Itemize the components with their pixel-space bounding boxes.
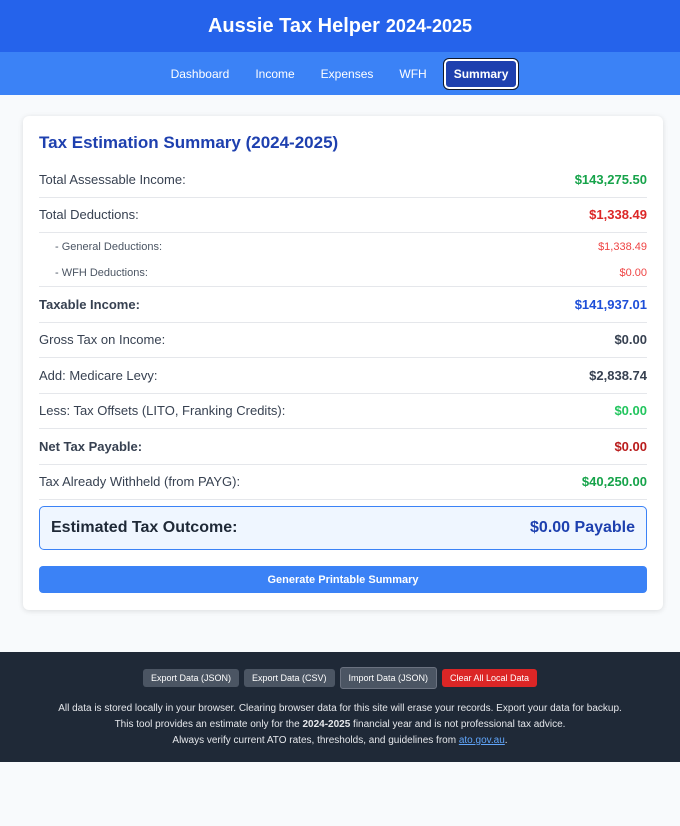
- disclaimer-post: financial year and is not professional t…: [350, 719, 566, 730]
- row-value: $0.00: [614, 438, 647, 454]
- app-title: Aussie Tax Helper: [207, 14, 380, 37]
- row-label: Tax Already Withheld (from PAYG):: [39, 474, 241, 490]
- ato-link[interactable]: ato.gov.au: [459, 735, 505, 746]
- row-value: $2,838.74: [589, 367, 647, 383]
- estimated-outcome-box: Estimated Tax Outcome: $0.00 Payable: [39, 506, 647, 550]
- footer: Export Data (JSON) Export Data (CSV) Imp…: [0, 652, 680, 762]
- export-json-button[interactable]: Export Data (JSON): [142, 669, 239, 687]
- summary-card: Tax Estimation Summary (2024-2025) Total…: [23, 116, 663, 610]
- row-value: $0.00: [614, 403, 647, 419]
- row-label: Add: Medicare Levy:: [39, 367, 158, 383]
- row-net-tax-payable: Net Tax Payable: $0.00: [39, 429, 647, 465]
- row-value: $0.00: [614, 332, 647, 348]
- nav-wfh[interactable]: WFH: [390, 61, 435, 87]
- nav-dashboard[interactable]: Dashboard: [162, 61, 239, 87]
- row-total-deductions: Total Deductions: $1,338.49: [39, 198, 647, 233]
- row-gross-tax: Gross Tax on Income: $0.00: [39, 323, 647, 358]
- row-tax-offsets: Less: Tax Offsets (LITO, Franking Credit…: [39, 394, 647, 429]
- row-wfh-deductions: - WFH Deductions: $0.00: [39, 260, 647, 287]
- row-value: $141,937.01: [574, 296, 647, 312]
- row-label: - General Deductions:: [55, 240, 162, 253]
- export-csv-button[interactable]: Export Data (CSV): [243, 669, 335, 687]
- row-general-deductions: - General Deductions: $1,338.49: [39, 233, 647, 260]
- row-label: Taxable Income:: [39, 296, 140, 312]
- row-value: $1,338.49: [598, 240, 647, 253]
- app-header: Aussie Tax Helper 2024-2025: [0, 0, 680, 52]
- row-label: Total Assessable Income:: [39, 171, 186, 187]
- row-value: $143,275.50: [574, 171, 647, 187]
- row-medicare-levy: Add: Medicare Levy: $2,838.74: [39, 358, 647, 394]
- row-taxable-income: Taxable Income: $141,937.01: [39, 287, 647, 323]
- nav-expenses[interactable]: Expenses: [312, 61, 383, 87]
- footer-storage-note: All data is stored locally in your brows…: [58, 703, 622, 714]
- summary-title: Tax Estimation Summary (2024-2025): [39, 133, 339, 152]
- row-label: Net Tax Payable:: [39, 438, 143, 454]
- nav-income[interactable]: Income: [246, 61, 303, 87]
- row-value: $0.00: [619, 267, 647, 279]
- row-label: Gross Tax on Income:: [39, 332, 166, 348]
- row-assessable-income: Total Assessable Income: $143,275.50: [39, 162, 647, 198]
- outcome-value: $0.00 Payable: [530, 519, 635, 536]
- row-tax-withheld: Tax Already Withheld (from PAYG): $40,25…: [39, 465, 647, 500]
- row-label: Total Deductions:: [39, 207, 139, 223]
- import-json-button[interactable]: Import Data (JSON): [339, 667, 438, 689]
- row-value: $1,338.49: [589, 207, 647, 223]
- nav-summary[interactable]: Summary: [442, 57, 520, 90]
- verify-post: .: [504, 735, 508, 746]
- main-nav: Dashboard Income Expenses WFH Summary: [0, 52, 680, 95]
- disclaimer-pre: This tool provides an estimate only for …: [114, 719, 303, 730]
- outcome-label: Estimated Tax Outcome:: [51, 519, 238, 536]
- app-year: 2024-2025: [385, 15, 473, 36]
- verify-pre: Always verify current ATO rates, thresho…: [172, 735, 459, 746]
- footer-disclaimer: This tool provides an estimate only for …: [0, 717, 680, 733]
- clear-data-button[interactable]: Clear All Local Data: [442, 669, 538, 687]
- row-value: $40,250.00: [581, 474, 647, 490]
- footer-verify-note: Always verify current ATO rates, thresho…: [0, 733, 680, 749]
- row-label: - WFH Deductions:: [55, 267, 148, 279]
- disclaimer-year: 2024-2025: [302, 719, 351, 730]
- generate-summary-button[interactable]: Generate Printable Summary: [39, 566, 647, 593]
- row-label: Less: Tax Offsets (LITO, Franking Credit…: [39, 403, 286, 419]
